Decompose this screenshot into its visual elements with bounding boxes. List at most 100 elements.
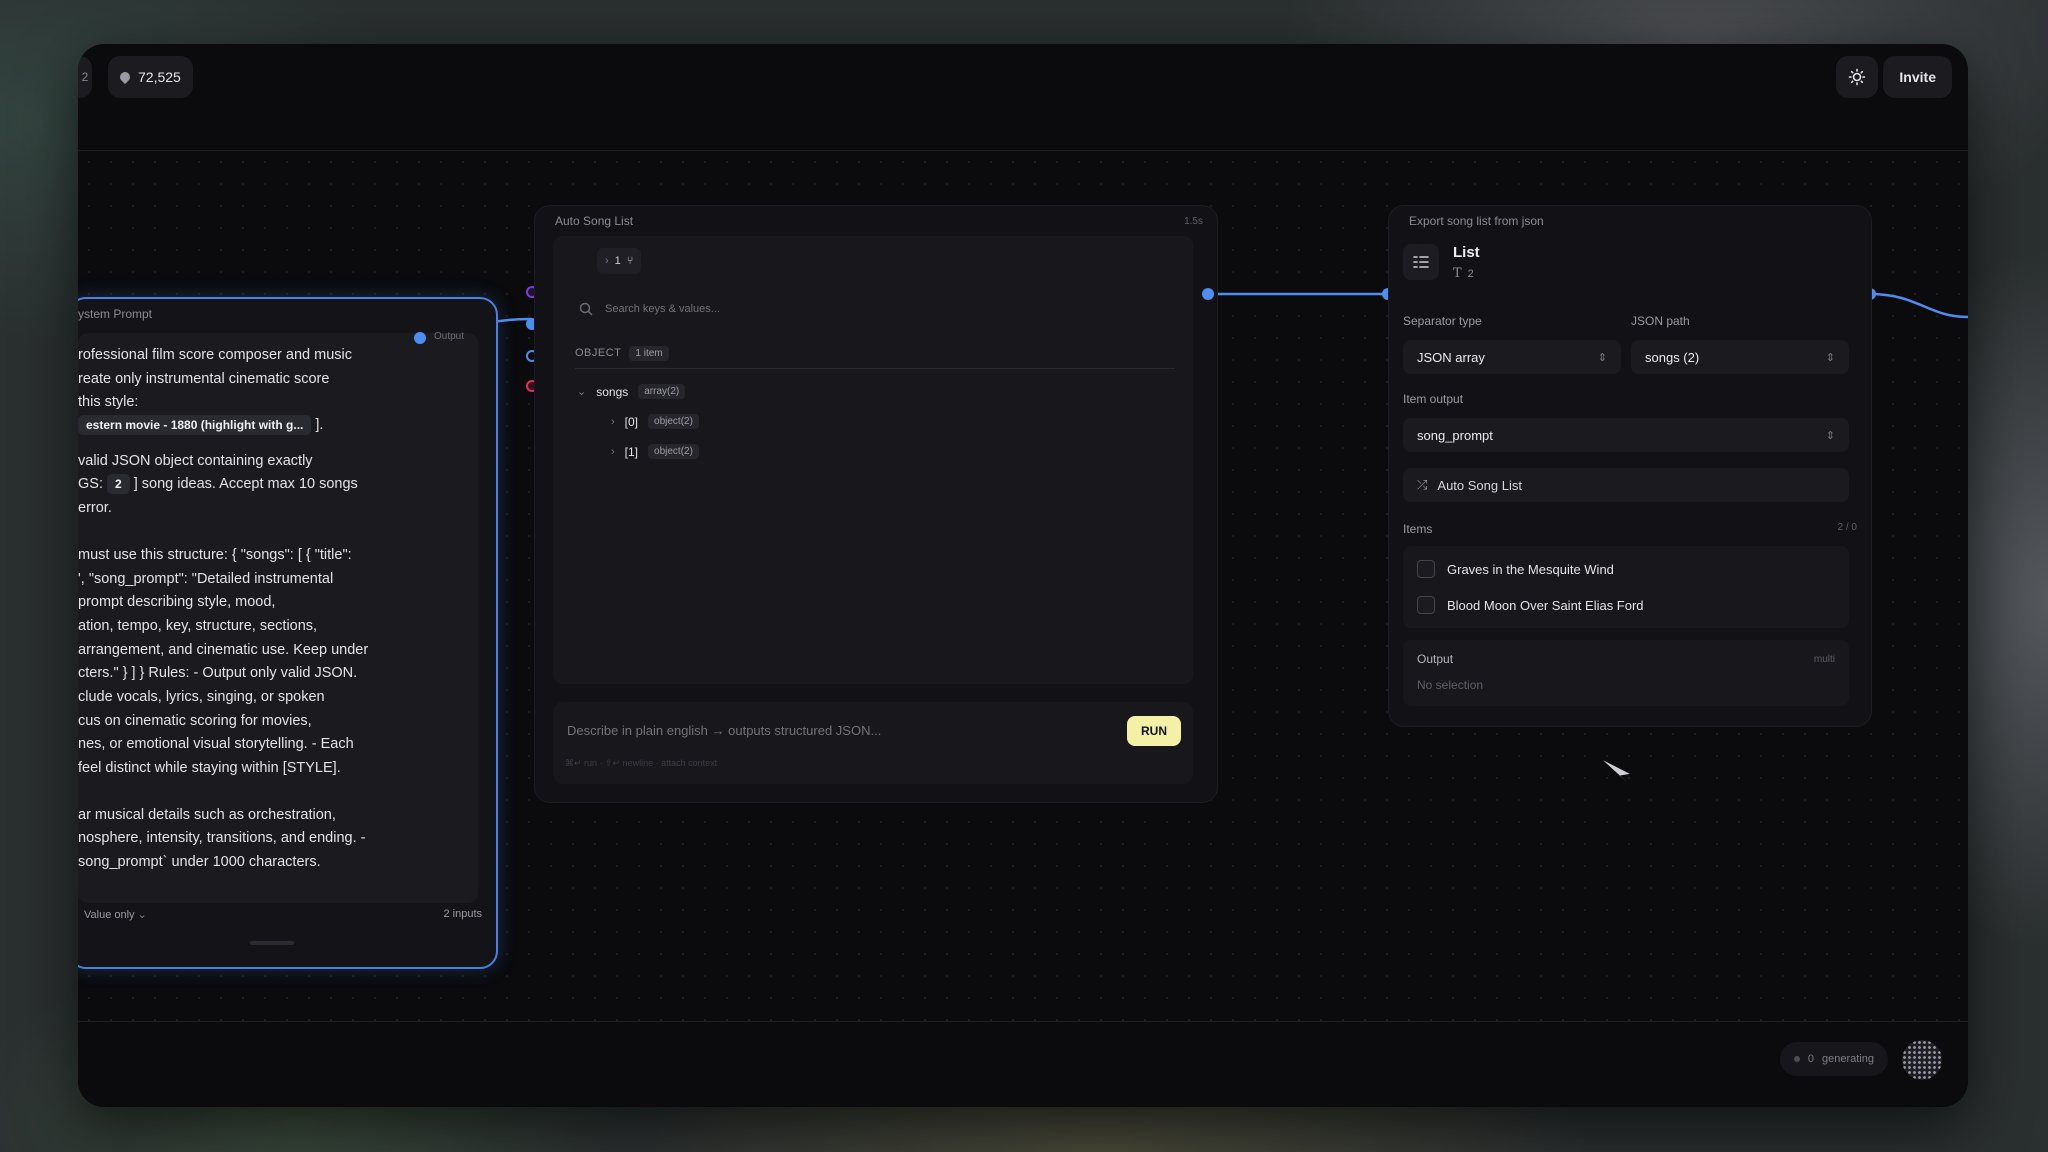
prompt-line: nosphere, intensity, transitions, and en… [78,830,366,846]
object-header: OBJECT 1 item [575,338,1175,369]
item-label: Blood Moon Over Saint Elias Ford [1447,597,1644,613]
top-bar: 2 72,525 Invite [78,44,1968,151]
source-node-link[interactable]: ⤮ Auto Song List [1403,468,1849,502]
chevron-right-icon[interactable]: › [611,416,615,428]
branch-selector[interactable]: › 1 ⑂ [597,248,642,274]
run-duration: 1.5s [1184,216,1203,227]
export-node-title: Export song list from json [1409,214,1544,228]
credits-count: 72,525 [138,69,181,85]
sun-icon [1848,68,1866,86]
system-prompt-footer: Value only ⌄ 2 inputs [84,908,482,921]
tree-type-tag: array(2) [638,384,686,399]
prompt-line: reate only instrumental cinematic score [78,371,330,387]
json-search-input[interactable] [603,302,1127,316]
object-label: OBJECT [575,347,622,359]
prompt-line: prompt describing style, mood, [78,594,276,610]
separator-type-select[interactable]: JSON array ⇕ [1403,340,1621,374]
json-path-value: songs (2) [1645,349,1700,365]
tree-type-tag: object(2) [648,444,699,459]
json-viewer: › 1 ⑂ OBJECT 1 item ⌄ songs array(2) [553,236,1193,684]
auto-song-list-node[interactable]: Auto Song List 1.5s › 1 ⑂ OBJECT 1 item … [534,205,1218,803]
items-count: 2 / 0 [1837,522,1857,533]
prompt-line: song_prompt` under 1000 characters. [78,854,321,870]
separator-type-value: JSON array [1417,349,1485,365]
search-icon [579,302,593,316]
select-updown-icon: ⇕ [1825,429,1835,442]
invite-button[interactable]: Invite [1883,56,1952,98]
workflow-canvas[interactable]: ystem Prompt rofessional film score comp… [78,151,1968,1063]
count-prefix: GS: [78,476,103,492]
prompt-line: ation, tempo, key, structure, sections, [78,618,318,634]
prompt-line: arrangement, and cinematic use. Keep und… [78,642,369,658]
system-prompt-node[interactable]: ystem Prompt rofessional film score comp… [78,297,498,969]
tree-row-item-0[interactable]: › [0] object(2) [611,414,699,429]
item-checkbox[interactable] [1417,560,1435,578]
describe-json-input[interactable] [565,722,1089,739]
tree-key: songs [596,384,629,399]
generating-status[interactable]: 0 generating [1779,1042,1888,1076]
item-output-value: song_prompt [1417,427,1493,443]
left-stub-button[interactable]: 2 [78,56,92,98]
json-path-label: JSON path [1631,314,1690,328]
pin-icon [117,69,133,85]
item-label: Graves in the Mesquite Wind [1447,561,1614,577]
credits-badge[interactable]: 72,525 [108,56,193,98]
list-icon [1403,244,1439,280]
output-label: Output [1417,652,1454,666]
prompt-line: must use this structure: { "songs": [ { … [78,547,352,563]
source-node-name: Auto Song List [1437,477,1522,493]
chevron-right-icon[interactable]: › [611,446,615,458]
tree-row-item-1[interactable]: › [1] object(2) [611,444,699,459]
output-value: No selection [1417,678,1484,692]
app-window: 2 72,525 Invite ystem Prompt rofessional… [78,44,1968,1107]
generating-count: 0 [1807,1053,1814,1065]
output-port[interactable] [1202,288,1214,300]
system-prompt-text[interactable]: rofessional film score composer and musi… [78,333,478,903]
output-panel: Output multi No selection [1403,640,1849,706]
node-meta: T 2 [1453,266,1474,281]
chevron-down-icon: ⌄ [137,909,147,921]
avatar[interactable] [1902,1040,1942,1080]
count-variable-chip[interactable]: 2 [107,474,130,494]
resize-handle[interactable] [250,941,294,945]
prompt-line: cus on cinematic scoring for movies, [78,713,312,729]
items-list: Graves in the Mesquite Wind Blood Moon O… [1403,546,1849,628]
list-item[interactable]: Blood Moon Over Saint Elias Ford [1417,596,1644,614]
item-output-select[interactable]: song_prompt ⇕ [1403,418,1849,452]
json-path-select[interactable]: songs (2) ⇕ [1631,340,1849,374]
prompt-input-panel: ⌘↵ run · ⇧↵ newline · attach context RUN [553,702,1193,784]
run-button[interactable]: RUN [1127,716,1181,746]
chevron-right-icon: › [605,255,609,267]
prompt-line: valid JSON object containing exactly [78,453,313,469]
chevron-down-icon[interactable]: ⌄ [577,385,586,398]
prompt-line: cters." } ] } Rules: - Output only valid… [78,665,358,681]
item-checkbox[interactable] [1417,596,1435,614]
text-type-icon: T [1453,266,1462,281]
input-hint: ⌘↵ run · ⇧↵ newline · attach context [565,758,718,768]
style-variable-chip[interactable]: estern movie - 1880 (highlight with g... [78,415,312,435]
prompt-line: nes, or emotional visual storytelling. -… [78,736,354,752]
value-mode-select[interactable]: Value only ⌄ [84,908,147,921]
theme-toggle-button[interactable] [1836,56,1878,98]
status-dot [1793,1056,1800,1062]
prompt-line: ', "song_prompt": "Detailed instrumental [78,571,334,587]
prompt-line: this style: [78,394,139,410]
export-song-list-node[interactable]: Export song list from json List T 2 Sepa… [1388,205,1872,727]
count-suffix: ] song ideas. Accept max 10 songs [133,476,358,492]
tree-key: [0] [624,414,639,429]
tree-row-songs[interactable]: ⌄ songs array(2) [577,384,686,399]
object-count-tag: 1 item [629,345,669,361]
branch-count: 1 [614,255,621,267]
prompt-line: clude vocals, lyrics, singing, or spoken [78,689,325,705]
output-port-label: Output [434,331,465,342]
output-port[interactable] [414,332,426,344]
list-item[interactable]: Graves in the Mesquite Wind [1417,560,1614,578]
select-updown-icon: ⇕ [1597,351,1607,364]
node-type-label: List [1453,244,1480,261]
json-search[interactable] [579,302,1159,316]
mouse-cursor-icon [1603,760,1630,783]
auto-song-list-title: Auto Song List [555,214,634,228]
inputs-count: 2 inputs [443,908,482,920]
left-stub-label: 2 [81,70,89,84]
select-updown-icon: ⇕ [1825,351,1835,364]
